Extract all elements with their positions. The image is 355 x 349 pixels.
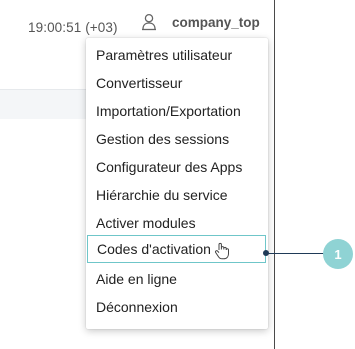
menu-item-activation-codes[interactable]: Codes d'activation bbox=[87, 235, 266, 263]
callout-number-badge: 1 bbox=[323, 239, 353, 269]
menu-item-activation-codes-label: Codes d'activation bbox=[97, 241, 211, 257]
separator-line bbox=[274, 0, 275, 349]
menu-item-converter[interactable]: Convertisseur bbox=[86, 69, 268, 97]
user-icon[interactable] bbox=[141, 13, 157, 33]
menu-item-apps-configurator[interactable]: Configurateur des Apps bbox=[86, 153, 268, 181]
menu-item-online-help[interactable]: Aide en ligne bbox=[86, 265, 268, 293]
menu-item-logout[interactable]: Déconnexion bbox=[86, 293, 268, 321]
username-label[interactable]: company_top bbox=[172, 15, 260, 30]
hand-pointer-icon bbox=[214, 242, 230, 260]
callout-connector-line bbox=[268, 253, 324, 254]
app-screen: 19:00:51 (+03) company_top Paramètres ut… bbox=[0, 0, 355, 349]
menu-item-user-settings[interactable]: Paramètres utilisateur bbox=[86, 41, 268, 69]
content-band bbox=[0, 89, 90, 119]
menu-item-activate-modules[interactable]: Activer modules bbox=[86, 209, 268, 237]
menu-item-session-management[interactable]: Gestion des sessions bbox=[86, 125, 268, 153]
menu-item-import-export[interactable]: Importation/Exportation bbox=[86, 97, 268, 125]
menu-item-service-hierarchy[interactable]: Hiérarchie du service bbox=[86, 181, 268, 209]
clock-display: 19:00:51 (+03) bbox=[28, 20, 118, 35]
user-dropdown-menu: Paramètres utilisateur Convertisseur Imp… bbox=[86, 38, 268, 329]
